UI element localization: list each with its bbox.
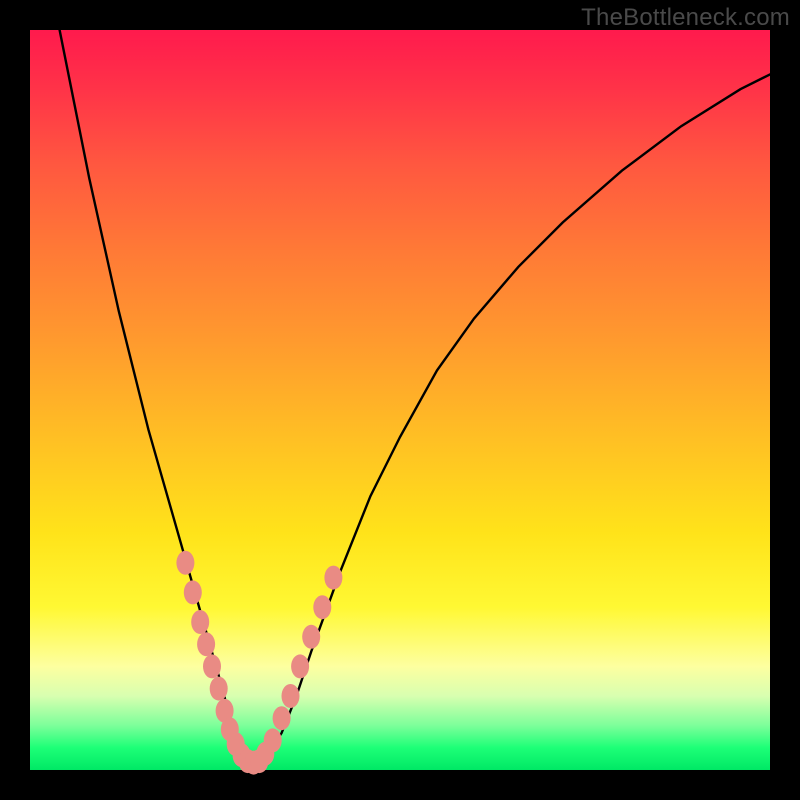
marker-point bbox=[184, 580, 202, 604]
marker-point bbox=[282, 684, 300, 708]
plot-area bbox=[30, 30, 770, 770]
marker-point bbox=[313, 595, 331, 619]
marker-point bbox=[273, 706, 291, 730]
marker-point bbox=[203, 654, 221, 678]
marker-point bbox=[176, 551, 194, 575]
marker-point bbox=[302, 625, 320, 649]
marker-group bbox=[176, 551, 342, 775]
chart-frame: TheBottleneck.com bbox=[0, 0, 800, 800]
marker-point bbox=[264, 728, 282, 752]
bottleneck-curve bbox=[60, 30, 770, 763]
marker-point bbox=[210, 677, 228, 701]
chart-svg bbox=[30, 30, 770, 770]
marker-point bbox=[324, 566, 342, 590]
watermark-text: TheBottleneck.com bbox=[581, 4, 790, 32]
marker-point bbox=[191, 610, 209, 634]
marker-point bbox=[291, 654, 309, 678]
marker-point bbox=[197, 632, 215, 656]
